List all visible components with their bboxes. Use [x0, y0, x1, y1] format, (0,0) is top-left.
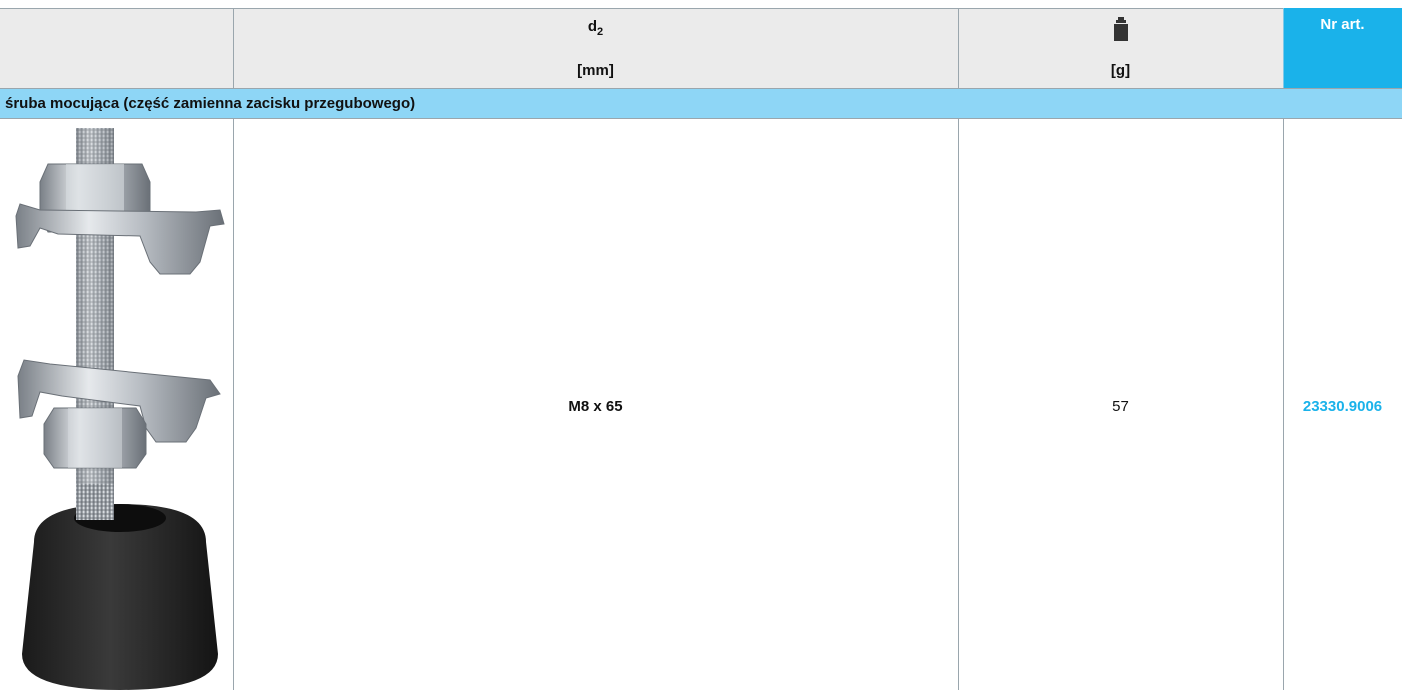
- col-divider-1: [233, 8, 234, 88]
- weight-icon-svg: [1114, 17, 1128, 41]
- d2-value: M8 x 65: [568, 398, 623, 415]
- d2-symbol: d: [587, 18, 598, 35]
- weight-value: 57: [1112, 398, 1129, 415]
- top-border: [0, 8, 1283, 9]
- d2-header: d2: [233, 18, 958, 38]
- d2-unit: [mm]: [577, 62, 614, 79]
- section-bottom-border: [0, 118, 1402, 119]
- col-divider-2: [958, 8, 959, 88]
- screw-with-rubber-foot-image: [15, 128, 225, 690]
- artnr-link[interactable]: 23330.9006: [1283, 398, 1402, 415]
- d2-subscript: 2: [597, 26, 604, 38]
- section-label: śruba mocująca (część zamienna zacisku p…: [5, 95, 416, 112]
- col-divider-3: [1283, 8, 1284, 88]
- weight-unit: [g]: [1110, 62, 1131, 79]
- header-bottom-border: [0, 88, 1402, 89]
- weight-icon: [1113, 17, 1129, 41]
- product-image: [10, 124, 230, 690]
- product-table: d2 [mm] [g] Nr art. śruba mocująca (częś…: [0, 0, 1402, 690]
- artnr-header-label: Nr art.: [1320, 16, 1365, 33]
